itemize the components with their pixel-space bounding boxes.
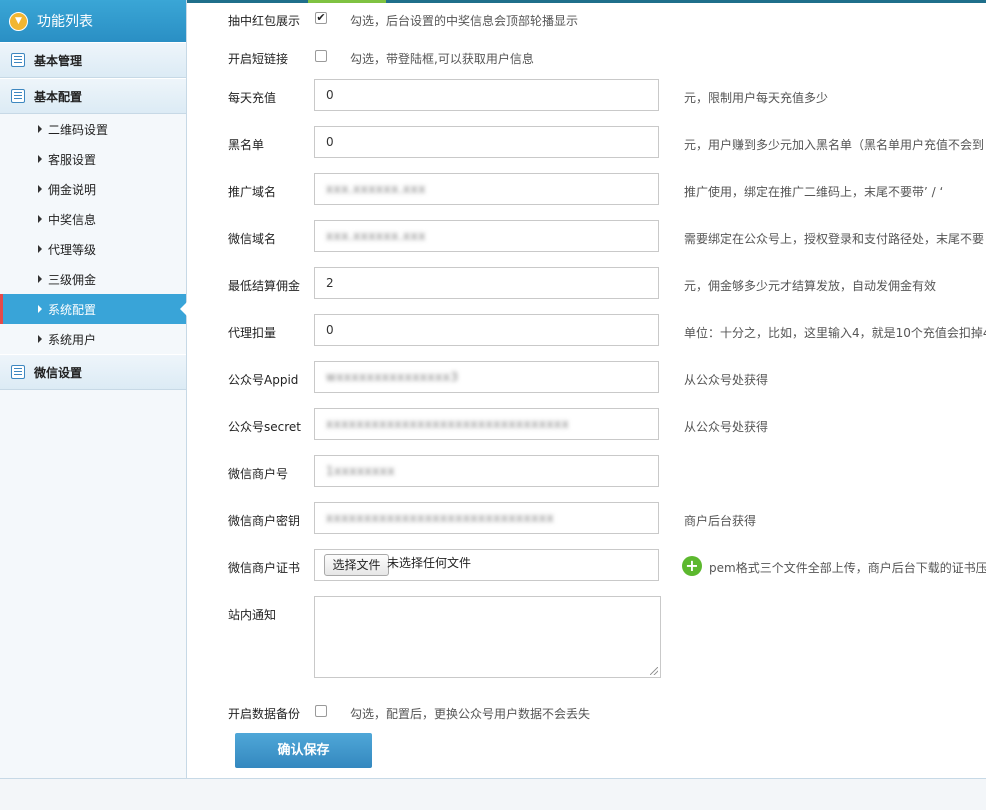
chevron-down-icon: ▼ [9,11,28,31]
promo-domain-hint: 推广使用，绑定在推广二维码上，末尾不要带’ / ‘ [684,185,944,199]
sidebar-item-commission-desc[interactable]: 佣金说明 [0,174,186,204]
sidebar-item-system-config[interactable]: 系统配置 [0,294,187,324]
caret-right-icon [38,245,42,253]
sidebar-item-label: 二维码设置 [48,122,109,137]
daily-recharge-label: 每天充值 [228,91,277,105]
mch-cert-hint: pem格式三个文件全部上传，商户后台下载的证书压 [709,561,986,575]
sidebar-item-service[interactable]: 客服设置 [0,144,186,174]
mch-cert-label: 微信商户证书 [228,561,301,575]
caret-right-icon [38,185,42,193]
secret-label: 公众号secret [228,420,301,434]
caret-right-icon [38,275,42,283]
mch-key-value: xxxxxxxxxxxxxxxxxxxxxxxxxxxxxx [326,511,555,525]
lucky-show-hint: 勾选，后台设置的中奖信息会顶部轮播显示 [350,14,579,28]
sidebar: ▼ 功能列表 基本管理 基本配置 二维码设置 客服设置 佣金说明 中奖信息 代理… [0,0,187,778]
list-icon [11,53,25,67]
sidebar-item-three-level[interactable]: 三级佣金 [0,264,186,294]
blacklist-hint: 元，用户赚到多少元加入黑名单（黑名单用户充值不会到 [684,138,985,152]
mch-id-value: 1xxxxxxxx [326,464,395,478]
sidebar-item-agent-level[interactable]: 代理等级 [0,234,186,264]
promo-domain-value: xxx.xxxxxx.xxx [326,182,426,196]
agent-deduct-label: 代理扣量 [228,326,277,340]
sidebar-header[interactable]: ▼ 功能列表 [0,0,186,42]
short-link-label: 开启短链接 [228,52,289,66]
appid-input[interactable]: wxxxxxxxxxxxxxxx3 [314,361,659,393]
no-file-text: 未选择任何文件 [387,556,472,570]
sidebar-item-label: 客服设置 [48,152,97,167]
agent-deduct-hint: 单位：十分之，比如，这里输入4，就是10个充值会扣掉4 [684,326,986,340]
secret-hint: 从公众号处获得 [684,420,769,434]
caret-right-icon [38,155,42,163]
sidebar-group-label: 基本管理 [34,53,83,68]
mch-id-input[interactable]: 1xxxxxxxx [314,455,659,487]
wechat-domain-value: xxx.xxxxxx.xxx [326,229,426,243]
wechat-domain-input[interactable]: xxx.xxxxxx.xxx [314,220,659,252]
appid-value: wxxxxxxxxxxxxxxx3 [326,370,459,384]
caret-right-icon [38,335,42,343]
secret-input[interactable]: xxxxxxxxxxxxxxxxxxxxxxxxxxxxxxxx [314,408,659,440]
backup-hint: 勾选，配置后，更换公众号用户数据不会丢失 [350,707,591,721]
short-link-hint: 勾选，带登陆框,可以获取用户信息 [350,52,534,66]
backup-label: 开启数据备份 [228,707,301,721]
list-icon [11,89,25,103]
config-form: 抽中红包展示 ✔ 勾选，后台设置的中奖信息会顶部轮播显示 开启短链接 勾选，带登… [187,0,986,778]
lucky-show-checkbox[interactable]: ✔ [315,12,327,24]
sidebar-item-label: 佣金说明 [48,182,97,197]
min-settle-label: 最低结算佣金 [228,279,301,293]
sidebar-group-basic-manage[interactable]: 基本管理 [0,42,186,78]
min-settle-hint: 元，佣金够多少元才结算发放，自动发佣金有效 [684,279,937,293]
appid-hint: 从公众号处获得 [684,373,769,387]
mch-id-label: 微信商户号 [228,467,289,481]
sidebar-item-qrcode[interactable]: 二维码设置 [0,114,186,144]
agent-deduct-input[interactable]: 0 [314,314,659,346]
mch-key-hint: 商户后台获得 [684,514,757,528]
short-link-checkbox[interactable] [315,50,327,62]
sidebar-item-system-users[interactable]: 系统用户 [0,324,186,354]
sidebar-item-label: 中奖信息 [48,212,97,227]
mch-key-input[interactable]: xxxxxxxxxxxxxxxxxxxxxxxxxxxxxx [314,502,659,534]
caret-right-icon [38,125,42,133]
notice-textarea[interactable] [314,596,661,678]
backup-checkbox[interactable] [315,705,327,717]
sidebar-title: 功能列表 [37,14,93,30]
wechat-domain-hint: 需要绑定在公众号上，授权登录和支付路径处，末尾不要 [684,232,985,246]
blacklist-input[interactable]: 0 [314,126,659,158]
sidebar-item-winner-info[interactable]: 中奖信息 [0,204,186,234]
daily-recharge-hint: 元，限制用户每天充值多少 [684,91,829,105]
caret-right-icon [38,215,42,223]
blacklist-label: 黑名单 [228,138,265,152]
resize-grip-icon[interactable] [650,667,658,675]
daily-recharge-input[interactable]: 0 [314,79,659,111]
wechat-domain-label: 微信域名 [228,232,277,246]
sidebar-item-label: 三级佣金 [48,272,97,287]
secret-value: xxxxxxxxxxxxxxxxxxxxxxxxxxxxxxxx [326,417,570,431]
sidebar-group-basic-config[interactable]: 基本配置 [0,78,186,114]
sidebar-item-label: 系统用户 [48,332,97,347]
mch-key-label: 微信商户密钥 [228,514,301,528]
choose-file-button[interactable]: 选择文件 [324,554,389,576]
sidebar-item-label: 系统配置 [48,302,97,317]
promo-domain-input[interactable]: xxx.xxxxxx.xxx [314,173,659,205]
plus-icon[interactable]: + [682,556,702,576]
min-settle-input[interactable]: 2 [314,267,659,299]
lucky-show-label: 抽中红包展示 [228,14,301,28]
list-icon [11,365,25,379]
sidebar-item-label: 代理等级 [48,242,97,257]
promo-domain-label: 推广域名 [228,185,277,199]
sidebar-group-wechat[interactable]: 微信设置 [0,354,186,390]
sidebar-group-label: 基本配置 [34,89,83,104]
bottom-bar [0,778,986,810]
notice-label: 站内通知 [228,608,277,622]
caret-right-icon [38,305,42,313]
save-button[interactable]: 确认保存 [235,733,372,768]
sidebar-group-label: 微信设置 [34,365,83,380]
appid-label: 公众号Appid [228,373,299,387]
